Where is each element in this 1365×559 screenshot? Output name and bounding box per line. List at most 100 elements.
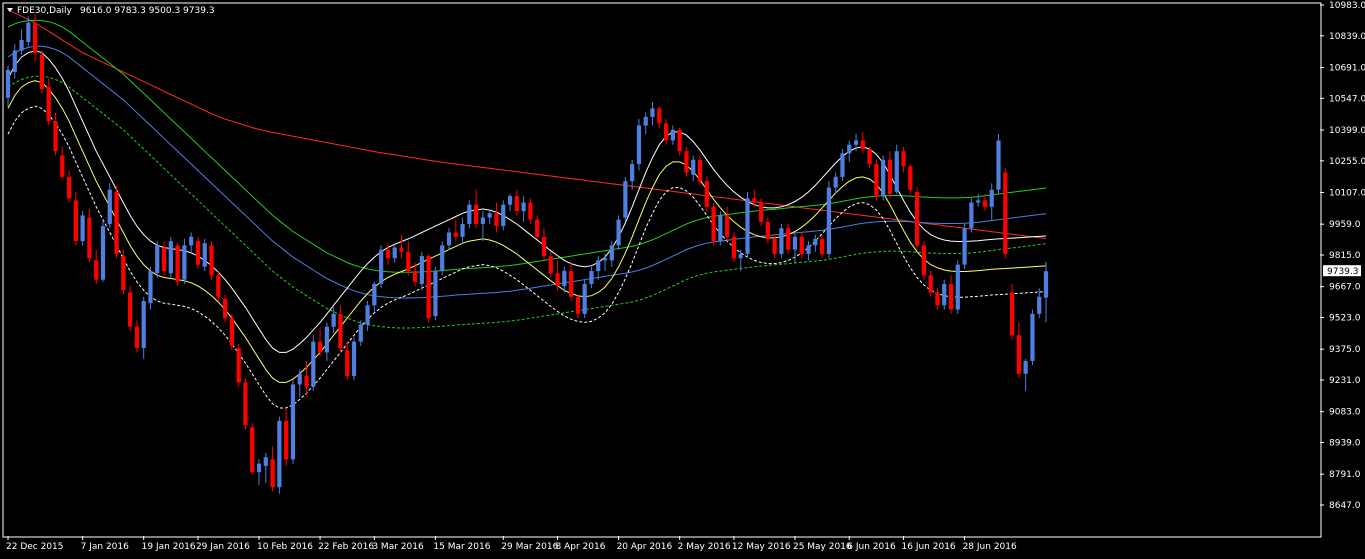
candle-body — [663, 123, 669, 141]
candle-body — [494, 213, 499, 227]
candle-body — [290, 384, 296, 460]
candle-body — [1009, 292, 1015, 336]
chart-header: FDE30,Daily 9616.0 9783.3 9500.3 9739.3 — [7, 6, 215, 16]
candle-body — [324, 326, 329, 353]
candle-body — [440, 245, 445, 272]
candle-body — [236, 348, 241, 383]
candle-body — [392, 247, 397, 259]
y-tick-label: 9959.0 — [1329, 220, 1361, 230]
candle-body — [908, 166, 913, 190]
candle-body — [813, 238, 818, 246]
candle-body — [446, 232, 452, 246]
candle — [962, 223, 967, 269]
x-tick-label: 3 Mar 2016 — [372, 542, 424, 552]
candle-body — [657, 108, 662, 124]
candle — [942, 279, 947, 310]
candle — [209, 241, 214, 280]
candle-body — [175, 245, 180, 282]
candle-body — [670, 129, 675, 141]
candle-body — [630, 164, 635, 182]
candlestick-chart[interactable]: 10983.0 10839.0 10691.0 10547.0 10399.0 10255… — [0, 0, 1365, 555]
candle — [128, 286, 133, 331]
candle-body — [379, 249, 384, 284]
candle-body — [345, 350, 350, 376]
candle — [195, 236, 201, 269]
candle-body — [33, 22, 38, 53]
candle-body — [1043, 271, 1049, 298]
candle-body — [460, 223, 465, 237]
y-tick-label: 9523.0 — [1329, 314, 1361, 324]
candle — [582, 279, 587, 319]
candle — [121, 249, 126, 295]
y-tick-label: 9231.0 — [1329, 376, 1361, 386]
y-tick-label: 8647.0 — [1329, 501, 1361, 511]
y-tick-label: 10399.0 — [1329, 126, 1365, 136]
candle-body — [887, 159, 893, 194]
candle-body — [53, 121, 58, 152]
candle — [996, 134, 1001, 194]
candle-body — [704, 181, 709, 207]
candle-body — [39, 54, 45, 90]
x-tick-label: 2 May 2016 — [678, 542, 731, 552]
chart-canvas[interactable]: 10983.0 10839.0 10691.0 10547.0 10399.0 10255… — [0, 0, 1365, 555]
candle-body — [976, 200, 981, 203]
candle-body — [684, 151, 689, 173]
candle-body — [256, 463, 262, 473]
candle — [623, 176, 628, 222]
candle — [155, 241, 160, 278]
candle — [107, 183, 112, 229]
candle-body — [19, 39, 24, 51]
candle-body — [847, 144, 852, 154]
candle-body — [155, 245, 160, 274]
candle-body — [141, 301, 146, 349]
candle — [636, 119, 642, 171]
candle-body — [989, 189, 994, 207]
candle — [351, 337, 357, 381]
candle-body — [263, 457, 268, 466]
candle — [290, 380, 296, 464]
candle-body — [26, 22, 31, 43]
candle-body — [779, 228, 784, 254]
x-tick-label: 15 Mar 2016 — [433, 542, 490, 552]
candle-body — [406, 251, 411, 272]
candle — [697, 155, 703, 186]
candle-body — [711, 206, 716, 242]
candle-body — [73, 200, 78, 242]
candle-body — [969, 202, 974, 229]
candle — [501, 200, 506, 231]
candle-body — [616, 219, 621, 246]
candle-body — [725, 215, 730, 237]
candle-body — [758, 202, 764, 222]
candle-body — [87, 217, 92, 259]
candle-body — [881, 159, 886, 197]
candle-body — [874, 164, 879, 197]
candle — [168, 236, 173, 278]
y-tick-label: 9375.0 — [1329, 345, 1361, 355]
candle — [114, 185, 119, 259]
candle-body — [338, 313, 343, 349]
candle-body — [548, 256, 553, 274]
candle-body — [928, 275, 933, 293]
ohlc-values: 9616.0 9783.3 9500.3 9739.3 — [80, 6, 215, 16]
candle — [277, 416, 282, 494]
candle-body — [284, 420, 289, 460]
symbol-timeframe: FDE30,Daily — [17, 6, 73, 16]
x-tick-label: 25 May 2016 — [793, 542, 852, 552]
candle-body — [691, 159, 696, 175]
candle-body — [609, 245, 614, 261]
candle — [379, 245, 384, 289]
candle-body — [514, 196, 519, 212]
candle-body — [806, 245, 811, 254]
x-tick-label: 12 May 2016 — [732, 542, 791, 552]
candle-body — [772, 238, 777, 254]
candle — [718, 211, 723, 246]
candle-body — [867, 149, 872, 165]
candle-body — [487, 213, 492, 218]
candle-body — [623, 181, 628, 218]
x-tick-label: 28 Jun 2016 — [963, 542, 1017, 552]
candle-body — [535, 219, 540, 237]
y-tick-label: 10691.0 — [1329, 64, 1365, 74]
candle-body — [501, 204, 506, 227]
candle-body — [100, 226, 106, 280]
candle-body — [786, 228, 791, 250]
